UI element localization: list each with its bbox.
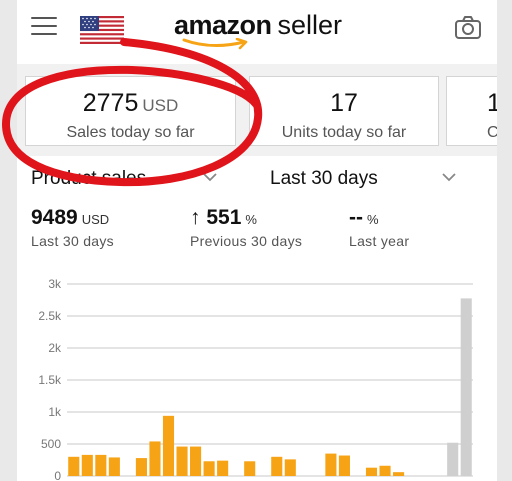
stat-last-30: 9489 USD Last 30 days [31,206,114,249]
bar[interactable] [393,472,405,476]
menu-icon[interactable] [31,17,57,39]
y-tick-label: 2k [48,341,62,355]
us-flag-icon[interactable] [80,16,124,44]
logo-word: amazon [174,10,272,40]
bar[interactable] [190,446,202,476]
y-tick-label: 2.5k [38,309,62,323]
bar[interactable] [203,461,215,476]
bar[interactable] [81,454,93,476]
stat-last-year: --% Last year [349,206,409,249]
date-range-dropdown[interactable]: Last 30 days [270,168,378,190]
smile-arrow-icon [182,38,248,50]
units-today-label: Units today so far [281,124,407,141]
bar[interactable] [68,456,80,476]
bar[interactable] [95,454,107,476]
bar[interactable] [365,467,378,476]
third-card[interactable]: 1 C [446,76,497,146]
camera-icon[interactable] [454,15,482,41]
chevron-down-icon[interactable] [442,172,456,182]
bar[interactable] [379,465,391,476]
bar[interactable] [162,415,175,476]
units-today-card[interactable]: 17 Units today so far [249,76,439,146]
bar[interactable] [135,458,147,476]
stat-last-30-label: Last 30 days [31,233,114,249]
bar[interactable] [149,441,161,476]
third-card-value: 1 [487,89,497,117]
stat-previous-30-value: 551 [206,206,242,229]
y-tick-label: 0 [54,469,61,481]
y-tick-label: 3k [48,277,62,291]
bar[interactable] [244,461,256,476]
sales-today-unit: USD [142,96,179,115]
stat-previous-30-unit: % [245,212,257,227]
stat-last-30-unit: USD [81,212,110,227]
stat-previous-30-label: Previous 30 days [190,233,303,249]
stat-last-30-value: 9489 [31,206,78,229]
bar[interactable] [217,460,229,476]
phone-screen: amazon seller 2775 USD Sales today so far … [17,0,497,481]
bar[interactable] [338,455,350,476]
top-bar: amazon seller [17,0,497,58]
bar[interactable] [284,459,296,476]
sales-today-value: 2775 [82,89,139,117]
y-tick-label: 1.5k [38,373,62,387]
y-tick-label: 500 [41,437,61,451]
bar[interactable] [176,446,188,476]
bar[interactable] [108,457,120,476]
bar[interactable] [271,456,283,476]
chevron-down-icon[interactable] [203,172,217,182]
third-card-label: C [487,124,497,141]
amazon-seller-logo: amazon seller [174,10,342,50]
sales-today-label: Sales today so far [66,124,195,141]
logo-suffix: seller [277,10,343,40]
metric-dropdown[interactable]: Product sales [31,168,146,190]
summary-cards: 2775 USD Sales today so far 17 Units toda… [17,64,497,156]
bar[interactable] [460,298,472,476]
stat-previous-30: ↑ 551% Previous 30 days [190,206,302,249]
stat-last-year-label: Last year [349,233,410,249]
y-tick-label: 1k [48,405,62,419]
units-today-value: 17 [330,89,358,117]
stat-last-year-unit: % [367,212,379,227]
bar[interactable] [325,453,337,476]
sales-bar-chart: 3k 2.5k 2k 1.5k 1k 500 0 [38,277,473,481]
bar[interactable] [447,442,459,476]
growth-arrow-icon: ↑ [190,206,201,229]
stat-last-year-value: -- [349,206,363,229]
sales-today-card[interactable]: 2775 USD Sales today so far [25,76,236,146]
